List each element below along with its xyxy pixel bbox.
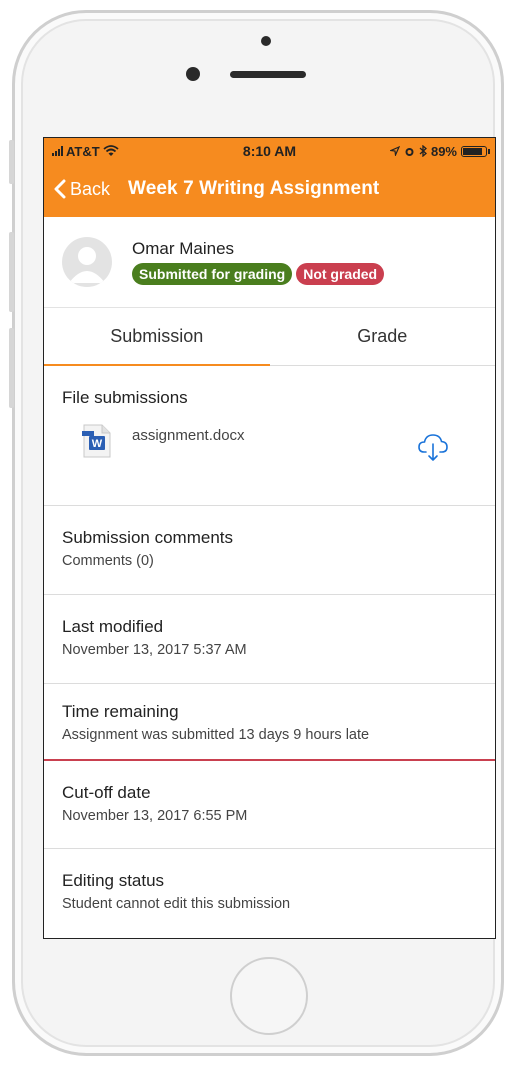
- section-title: Submission comments: [62, 528, 234, 547]
- proximity-sensor: [186, 67, 200, 81]
- tab-submission[interactable]: Submission: [44, 308, 270, 366]
- status-bar: AT&T 8:10 AM 89%: [44, 138, 495, 164]
- app-header: AT&T 8:10 AM 89% Back Week 7 Writing Ass…: [44, 138, 495, 217]
- back-label: Back: [70, 178, 111, 199]
- app-screen: AT&T 8:10 AM 89% Back Week 7 Writing Ass…: [43, 137, 496, 939]
- submission-comments-section[interactable]: Submission comments Comments (0): [44, 506, 495, 595]
- file-item[interactable]: W assignment.docx: [62, 422, 477, 462]
- editing-status-value: Student cannot edit this submission: [62, 896, 291, 912]
- editing-status-section: Editing status Student cannot edit this …: [44, 849, 495, 937]
- page-title: Week 7 Writing Assignment: [128, 178, 380, 199]
- avatar[interactable]: [62, 237, 112, 287]
- cloud-download-icon[interactable]: [417, 432, 449, 462]
- section-title: Cut-off date: [62, 783, 151, 802]
- user-info: Omar Maines Submitted for grading Not gr…: [132, 239, 385, 285]
- file-submissions-section: File submissions W assignment.docx: [44, 366, 495, 506]
- chevron-left-icon: [54, 179, 66, 199]
- volume-up-button: [9, 232, 14, 312]
- status-badge-not-graded: Not graded: [296, 263, 385, 285]
- battery-icon: [461, 145, 490, 157]
- file-name[interactable]: assignment.docx: [132, 427, 245, 444]
- section-title: Last modified: [62, 617, 164, 636]
- volume-down-button: [9, 328, 14, 408]
- status-badge-submitted: Submitted for grading: [132, 263, 293, 285]
- status-badges: Submitted for grading Not graded: [132, 263, 385, 285]
- last-modified-section: Last modified November 13, 2017 5:37 AM: [44, 595, 495, 684]
- navigation-bar: Back Week 7 Writing Assignment: [44, 164, 495, 214]
- svg-text:W: W: [92, 438, 103, 450]
- home-button[interactable]: [230, 957, 308, 1035]
- mute-switch: [9, 140, 14, 184]
- back-button[interactable]: Back: [54, 179, 110, 200]
- section-title: Editing status: [62, 871, 165, 890]
- cutoff-date-section: Cut-off date November 13, 2017 6:55 PM: [44, 761, 495, 849]
- user-header: Omar Maines Submitted for grading Not gr…: [44, 217, 495, 308]
- front-camera: [261, 36, 271, 46]
- time-remaining-value: Assignment was submitted 13 days 9 hours…: [62, 727, 370, 743]
- word-document-icon: W: [80, 422, 114, 460]
- section-title: File submissions: [62, 388, 188, 407]
- cutoff-date-value: November 13, 2017 6:55 PM: [62, 808, 248, 824]
- comments-link[interactable]: Comments (0): [62, 553, 477, 569]
- clock: 8:10 AM: [242, 143, 297, 159]
- tab-bar: Submission Grade: [44, 308, 495, 366]
- section-title: Time remaining: [62, 702, 179, 721]
- time-remaining-section: Time remaining Assignment was submitted …: [44, 684, 495, 761]
- user-placeholder-icon: [69, 247, 105, 283]
- earpiece-speaker: [230, 71, 306, 78]
- last-modified-value: November 13, 2017 5:37 AM: [62, 642, 247, 658]
- user-name: Omar Maines: [132, 239, 235, 258]
- tab-grade[interactable]: Grade: [270, 308, 496, 365]
